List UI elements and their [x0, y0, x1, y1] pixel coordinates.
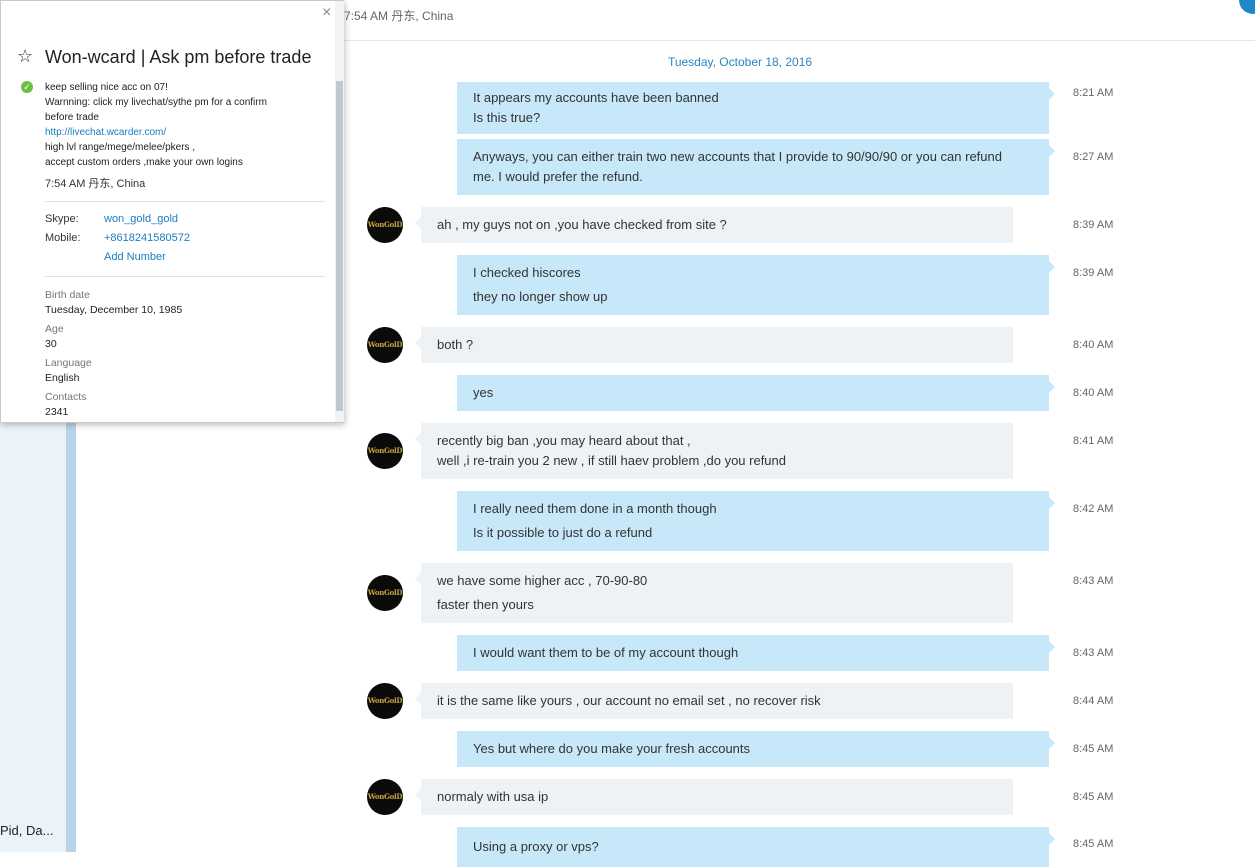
sidebar-contact-name[interactable]: Pid, Da... [0, 823, 53, 838]
message-timestamp: 8:21 AM [1073, 87, 1114, 99]
message-timestamp: 8:39 AM [1073, 219, 1114, 231]
contacts-label: Contacts [45, 391, 87, 403]
header-avatar[interactable] [1239, 0, 1255, 14]
message-text: it is the same like yours , our account … [437, 693, 821, 708]
age-label: Age [45, 323, 64, 335]
mood-line: high lvl range/mege/melee/pkers , [45, 142, 196, 153]
message-text: Is this true? [473, 110, 541, 125]
message-text: they no longer show up [473, 289, 608, 304]
message-timestamp: 8:44 AM [1073, 695, 1114, 707]
profile-name: Won-wcard | Ask pm before trade [45, 47, 312, 67]
age-value: 30 [45, 338, 57, 350]
message-timestamp: 8:45 AM [1073, 743, 1114, 755]
message-text: It appears my accounts have been banned [473, 90, 719, 105]
message-text: Using a proxy or vps? [473, 839, 599, 854]
profile-card: × ☆ Won-wcard | Ask pm before trade ✓ ke… [0, 0, 344, 423]
language-value: English [45, 372, 80, 384]
outgoing-message[interactable]: I checked hiscores they no longer show up [457, 255, 1055, 315]
contact-avatar[interactable]: WonGolD [367, 207, 403, 243]
avatar-logo-text: WonGolD [367, 446, 403, 455]
profile-scrollbar-thumb[interactable] [336, 81, 343, 411]
message-timestamp: 8:43 AM [1073, 575, 1114, 587]
skype-label: Skype: [45, 213, 79, 225]
contact-avatar[interactable]: WonGolD [367, 433, 403, 469]
message-text: well ,i re-train you 2 new , if still ha… [437, 453, 787, 468]
mood-line: accept custom orders ,make your own logi… [45, 157, 243, 168]
birth-date-label: Birth date [45, 289, 90, 301]
contact-avatar[interactable]: WonGolD [367, 327, 403, 363]
mood-message: keep selling nice acc on 07! Warnning: c… [45, 80, 317, 170]
incoming-message[interactable]: we have some higher acc , 70-90-80 faster… [415, 563, 1013, 623]
message-timestamp: 8:45 AM [1073, 791, 1114, 803]
add-number-link[interactable]: Add Number [104, 251, 166, 263]
skype-id-link[interactable]: won_gold_gold [104, 213, 178, 225]
mood-link[interactable]: http://livechat.wcarder.com/ [45, 125, 317, 140]
divider [45, 276, 325, 277]
message-timestamp: 8:39 AM [1073, 267, 1114, 279]
profile-local-time: 7:54 AM 丹东, China [45, 178, 146, 190]
contact-avatar[interactable]: WonGolD [367, 575, 403, 611]
incoming-message[interactable]: it is the same like yours , our account … [415, 683, 1013, 719]
avatar-logo-text: WonGolD [367, 792, 403, 801]
outgoing-message[interactable]: yes [457, 375, 1055, 411]
favorite-star-icon[interactable]: ☆ [17, 46, 33, 67]
message-timestamp: 8:45 AM [1073, 838, 1114, 850]
date-divider: Tuesday, October 18, 2016 [667, 55, 813, 69]
divider [45, 201, 325, 202]
avatar-logo-text: WonGolD [367, 220, 403, 229]
message-timestamp: 8:40 AM [1073, 387, 1114, 399]
avatar-logo-text: WonGolD [367, 588, 403, 597]
outgoing-message[interactable]: Anyways, you can either train two new ac… [457, 139, 1055, 195]
incoming-message[interactable]: both ? [415, 327, 1013, 363]
mood-line: Warnning: click my livechat/sythe pm for… [45, 97, 267, 108]
message-text: faster then yours [437, 597, 534, 612]
contact-avatar[interactable]: WonGolD [367, 779, 403, 815]
incoming-message[interactable]: ah , my guys not on ,you have checked fr… [415, 207, 1013, 243]
online-status-icon: ✓ [21, 81, 33, 93]
message-text: yes [473, 385, 494, 400]
birth-date-value: Tuesday, December 10, 1985 [45, 304, 183, 316]
mobile-label: Mobile: [45, 232, 81, 244]
message-text: I checked hiscores [473, 265, 581, 280]
contacts-value: 2341 [45, 406, 69, 418]
contact-local-time: 7:54 AM 丹东, China [344, 9, 454, 23]
mood-line: before trade [45, 112, 99, 123]
message-text: I would want them to be of my account th… [473, 645, 739, 660]
message-timestamp: 8:43 AM [1073, 647, 1114, 659]
message-timestamp: 8:42 AM [1073, 503, 1114, 515]
message-timestamp: 8:40 AM [1073, 339, 1114, 351]
message-text: Anyways, you can either train two new ac… [473, 149, 1002, 164]
outgoing-message[interactable]: I would want them to be of my account th… [457, 635, 1055, 671]
close-icon[interactable]: × [322, 4, 331, 22]
message-text: we have some higher acc , 70-90-80 [437, 573, 648, 588]
message-text: normaly with usa ip [437, 789, 549, 804]
message-text: recently big ban ,you may heard about th… [437, 433, 691, 448]
avatar-logo-text: WonGolD [367, 696, 403, 705]
message-text: ah , my guys not on ,you have checked fr… [437, 217, 727, 232]
outgoing-message[interactable]: I really need them done in a month thoug… [457, 491, 1055, 551]
mobile-number-link[interactable]: +8618241580572 [104, 232, 190, 244]
outgoing-message[interactable]: It appears my accounts have been banned I… [457, 82, 1055, 134]
language-label: Language [45, 357, 92, 369]
incoming-message[interactable]: recently big ban ,you may heard about th… [415, 423, 1013, 479]
outgoing-message[interactable]: Using a proxy or vps? [457, 827, 1055, 867]
message-timestamp: 8:27 AM [1073, 151, 1114, 163]
conversation-header: 7:54 AM 丹东, China [344, 0, 1255, 41]
message-timestamp: 8:41 AM [1073, 435, 1114, 447]
incoming-message[interactable]: normaly with usa ip [415, 779, 1013, 815]
message-text: me. I would prefer the refund. [473, 169, 643, 184]
message-text: Is it possible to just do a refund [473, 525, 653, 540]
message-text: I really need them done in a month thoug… [473, 501, 717, 516]
outgoing-message[interactable]: Yes but where do you make your fresh acc… [457, 731, 1055, 767]
avatar-logo-text: WonGolD [367, 340, 403, 349]
message-text: both ? [437, 337, 474, 352]
contact-avatar[interactable]: WonGolD [367, 683, 403, 719]
mood-line: keep selling nice acc on 07! [45, 82, 168, 93]
message-text: Yes but where do you make your fresh acc… [473, 741, 751, 756]
